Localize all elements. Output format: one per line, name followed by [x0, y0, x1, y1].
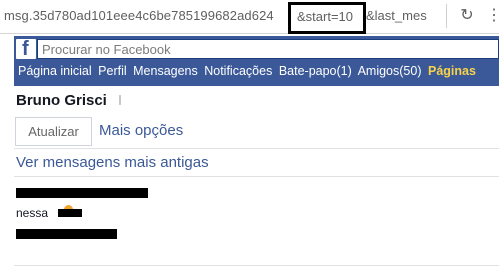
- facebook-search-box[interactable]: [37, 39, 499, 59]
- menu-icon[interactable]: ⋮: [486, 5, 499, 27]
- redacted-timestamp: [16, 229, 117, 239]
- nav-chat[interactable]: Bate-papo(1): [279, 64, 352, 78]
- nav-notifications[interactable]: Notificações: [204, 64, 272, 78]
- section-divider: [14, 148, 499, 149]
- nav-profile[interactable]: Perfil: [98, 64, 126, 78]
- conversation-contact-name: Bruno Grisci: [16, 92, 107, 109]
- url-text[interactable]: msg.35d780ad101eee4c6be785199682ad624: [4, 8, 274, 23]
- nav-pages[interactable]: Páginas: [428, 64, 476, 78]
- reload-icon[interactable]: ↻: [456, 5, 478, 27]
- browser-url-bar[interactable]: msg.35d780ad101eee4c6be785199682ad624 &s…: [0, 0, 499, 34]
- redacted-fragment: [58, 209, 82, 217]
- url-highlight-box: &start=10: [288, 2, 366, 34]
- url-divider: [446, 4, 447, 28]
- url-start-parameter: &start=10: [297, 9, 354, 24]
- bottom-divider: [14, 265, 499, 266]
- nav-home[interactable]: Página inicial: [18, 64, 92, 78]
- facebook-logo-letter: f: [22, 38, 29, 60]
- more-options-link[interactable]: Mais opções: [99, 122, 183, 139]
- redacted-sender: [16, 188, 148, 198]
- older-messages-link[interactable]: Ver mensagens mais antigas: [16, 154, 209, 171]
- message-divider: [14, 176, 499, 177]
- refresh-button[interactable]: Atualizar: [15, 117, 92, 146]
- facebook-nav: Página inicial Perfil Mensagens Notifica…: [18, 64, 479, 78]
- url-tail-text: &last_mes: [366, 8, 427, 23]
- facebook-logo-icon[interactable]: f: [16, 38, 36, 60]
- facebook-search-input[interactable]: [38, 40, 498, 58]
- message-fragment: nessa: [16, 206, 49, 220]
- facebook-header: f Página inicial Perfil Mensagens Notifi…: [14, 36, 499, 86]
- nav-messages[interactable]: Mensagens: [133, 64, 198, 78]
- name-separator-mark: [119, 95, 121, 105]
- nav-friends[interactable]: Amigos(50): [358, 64, 422, 78]
